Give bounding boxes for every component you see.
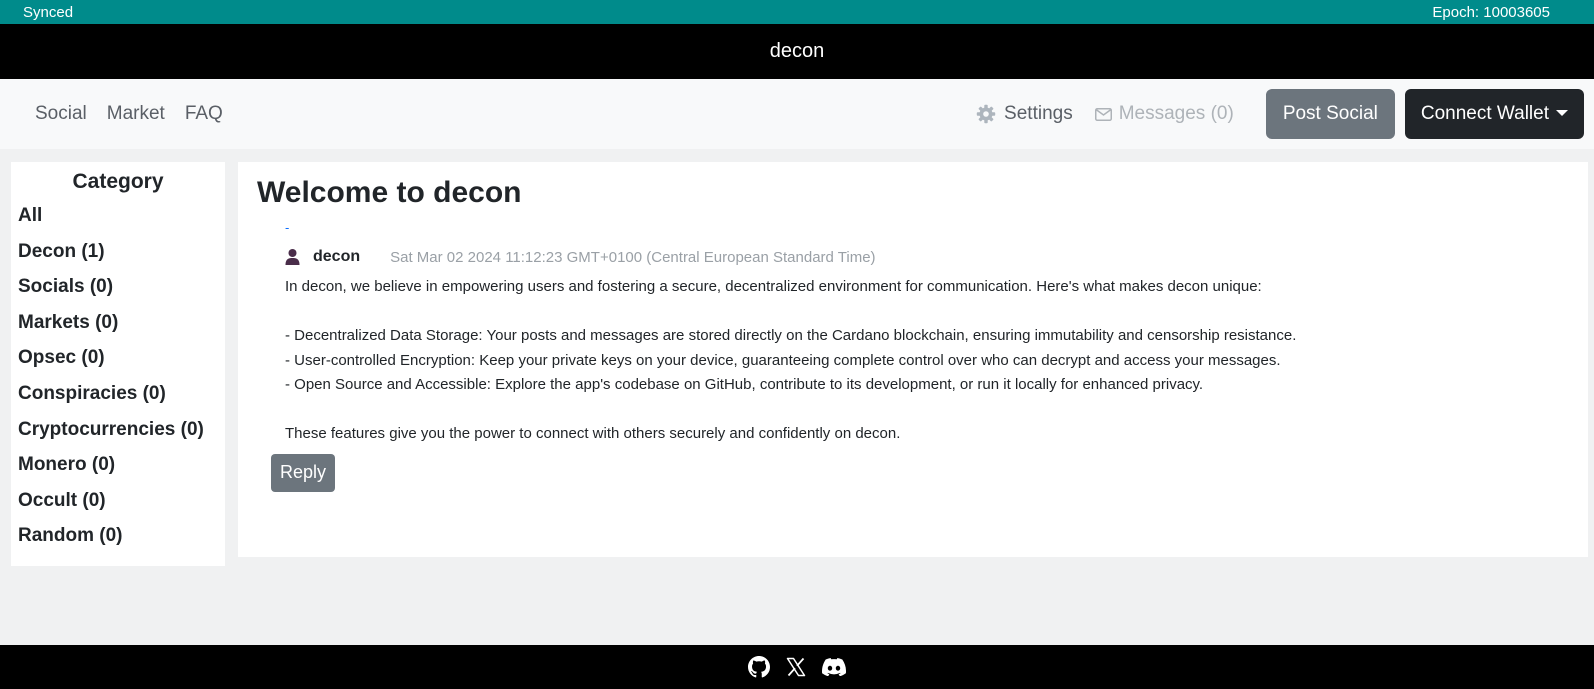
nav-links: Social Market FAQ xyxy=(35,103,223,125)
messages-link[interactable]: Messages (0) xyxy=(1094,103,1234,125)
github-link[interactable] xyxy=(748,656,770,678)
post-social-button[interactable]: Post Social xyxy=(1265,89,1395,139)
post-link[interactable]: - xyxy=(285,220,1569,242)
discord-link[interactable] xyxy=(822,658,846,676)
post-author[interactable]: decon xyxy=(313,248,360,266)
epoch-counter: Epoch: 10003605 xyxy=(1432,3,1550,21)
connect-wallet-label: Connect Wallet xyxy=(1420,103,1549,124)
nav-link-faq[interactable]: FAQ xyxy=(185,103,223,125)
reply-label: Reply xyxy=(279,462,327,482)
nav-actions: Settings Messages (0) Post Social Connec… xyxy=(976,89,1584,139)
github-icon xyxy=(748,656,770,678)
category-monero[interactable]: Monero (0) xyxy=(18,454,218,490)
nav-link-market[interactable]: Market xyxy=(107,103,165,125)
category-all[interactable]: All xyxy=(18,205,218,241)
post-intro: In decon, we believe in empowering users… xyxy=(285,278,1262,295)
messages-label: Messages (0) xyxy=(1118,103,1234,124)
category-opsec[interactable]: Opsec (0) xyxy=(18,347,218,383)
envelope-icon xyxy=(1094,107,1112,121)
settings-link[interactable]: Settings xyxy=(976,103,1073,125)
post-body: In decon, we believe in empowering users… xyxy=(285,275,1569,447)
category-random[interactable]: Random (0) xyxy=(18,525,218,561)
discord-icon xyxy=(822,658,846,676)
navbar: Social Market FAQ Settings Messages (0) … xyxy=(0,79,1594,149)
status-bar: Synced Epoch: 10003605 xyxy=(0,0,1594,24)
x-icon xyxy=(786,657,806,677)
sync-status: Synced xyxy=(23,3,74,21)
settings-label: Settings xyxy=(1004,103,1073,124)
category-heading: Category xyxy=(72,170,164,193)
main-content: Welcome to decon - decon Sat Mar 02 2024… xyxy=(238,162,1588,557)
reply-button[interactable]: Reply xyxy=(271,453,335,492)
caret-down-icon xyxy=(1556,109,1568,116)
post-social-label: Post Social xyxy=(1282,103,1378,124)
category-markets[interactable]: Markets (0) xyxy=(18,312,218,348)
category-decon[interactable]: Decon (1) xyxy=(18,241,218,277)
post-bullet: - Decentralized Data Storage: Your posts… xyxy=(285,327,1297,344)
user-icon xyxy=(285,249,300,265)
x-link[interactable] xyxy=(786,657,806,677)
site-title: decon xyxy=(769,40,825,62)
page-title: Welcome to decon xyxy=(257,176,522,209)
post-timestamp: Sat Mar 02 2024 11:12:23 GMT+0100 (Centr… xyxy=(390,248,876,266)
nav-link-social[interactable]: Social xyxy=(35,103,87,125)
post-closing: These features give you the power to con… xyxy=(285,425,901,442)
category-socials[interactable]: Socials (0) xyxy=(18,276,218,312)
connect-wallet-dropdown[interactable]: Connect Wallet xyxy=(1404,89,1584,139)
post-bullet: - Open Source and Accessible: Explore th… xyxy=(285,376,1204,393)
category-cryptocurrencies[interactable]: Cryptocurrencies (0) xyxy=(18,419,218,455)
category-conspiracies[interactable]: Conspiracies (0) xyxy=(18,383,218,419)
gear-icon xyxy=(976,104,996,124)
category-occult[interactable]: Occult (0) xyxy=(18,490,218,526)
post-bullet: - User-controlled Encryption: Keep your … xyxy=(285,351,1281,369)
footer xyxy=(0,645,1594,689)
post-header: decon Sat Mar 02 2024 11:12:23 GMT+0100 … xyxy=(285,242,1569,272)
category-sidebar: Category All Decon (1) Socials (0) Marke… xyxy=(11,162,225,566)
site-title-bar: decon xyxy=(0,24,1594,79)
